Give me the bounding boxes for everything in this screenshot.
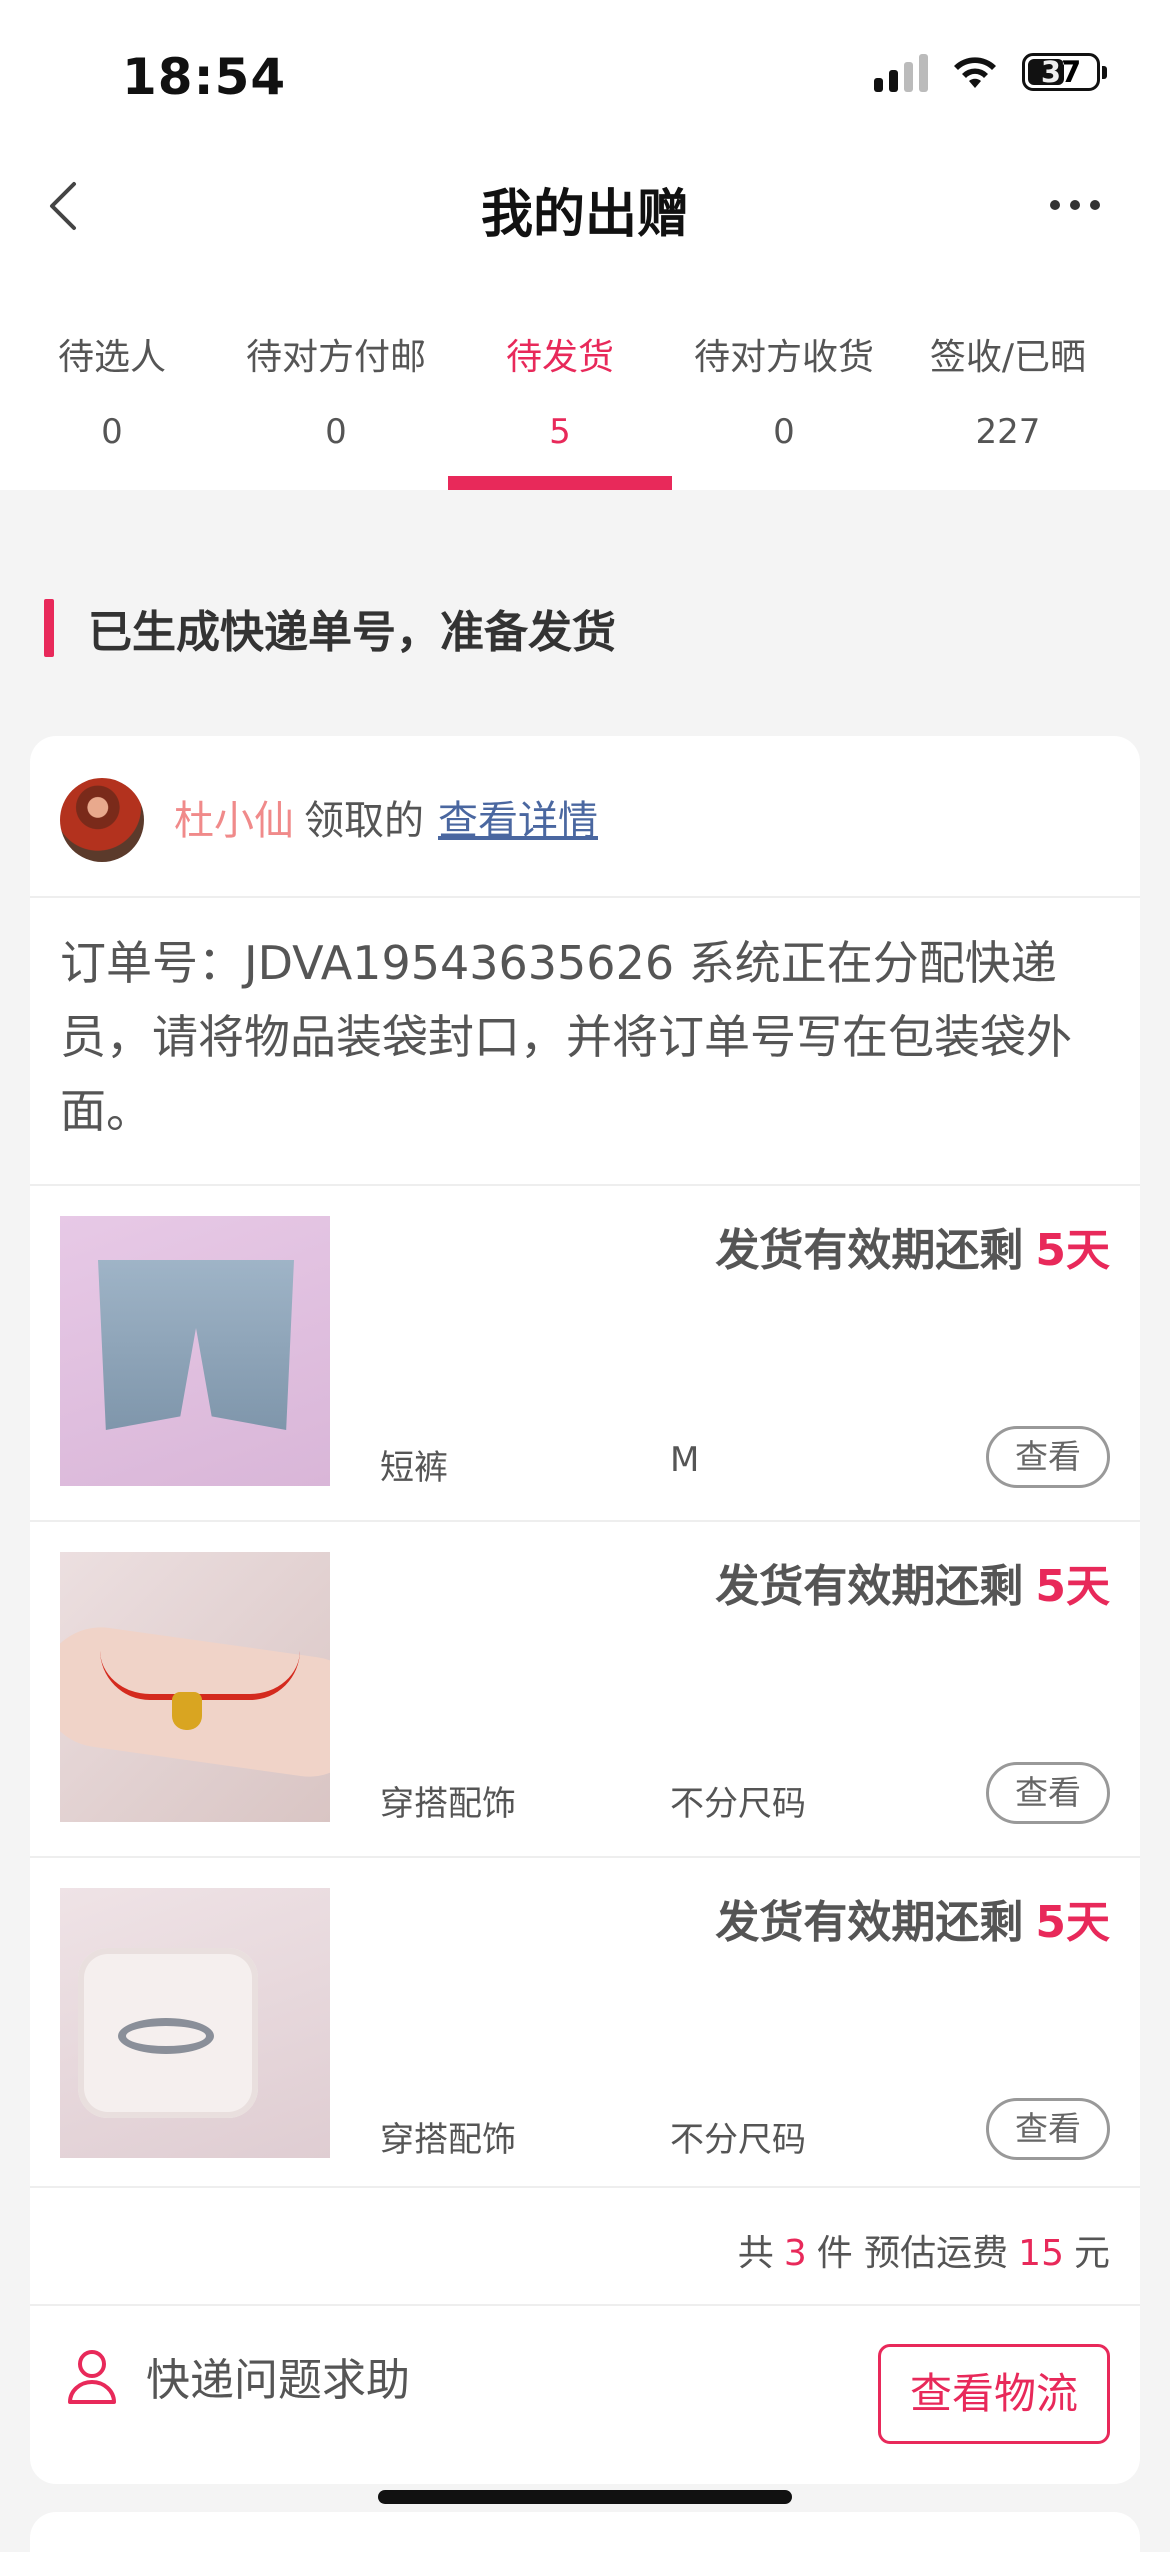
status-time: 18:54 [122,48,287,106]
view-details-link[interactable]: 查看详情 [438,798,598,844]
person-icon [68,2350,116,2404]
gift-order-card: 杜小仙 领取的 查看详情 订单号：JDVA19543635626 系统正在分配快递员… [30,736,1140,2484]
item-category: 短裤 [380,1448,448,1488]
deadline-label: 发货有效期还剩 [715,1561,1024,1612]
status-icons: 37 [874,52,1107,92]
more-options-icon[interactable] [1050,190,1110,220]
item-count: 3 [783,2233,807,2274]
tab-count: 0 [101,412,123,452]
view-item-button[interactable]: 查看 [986,2098,1110,2160]
list-item: 发货有效期还剩 5天 穿搭配饰 不分尺码 查看 [30,1856,1140,2192]
deadline-label: 发货有效期还剩 [715,1897,1024,1948]
view-item-button[interactable]: 查看 [986,1426,1110,1488]
claim-text: 领取的 [304,798,424,844]
tab-signed-shared[interactable]: 签收/已晒 227 [896,260,1120,490]
item-size: 不分尺码 [670,1784,806,1824]
tab-label: 待选人 [57,337,166,378]
item-size: 不分尺码 [670,2120,806,2160]
battery-level: 37 [1040,55,1082,89]
tab-pending-postage[interactable]: 待对方付邮 0 [224,260,448,490]
days-remaining: 5天 [1035,1561,1110,1612]
shipping-help[interactable]: 快递问题求助 [62,2344,410,2408]
list-item: 发货有效期还剩 5天 穿搭配饰 不分尺码 查看 [30,1520,1140,1856]
view-logistics-button[interactable]: 查看物流 [878,2344,1110,2444]
order-summary: 共3件 预估运费 15 元 [30,2186,1140,2306]
avatar[interactable] [60,778,144,862]
item-category: 穿搭配饰 [380,2120,516,2160]
tab-label: 待发货 [505,337,614,378]
ship-deadline: 发货有效期还剩 5天 [715,1214,1110,1278]
nav-bar: 我的出赠 [0,150,1170,260]
tab-pending-select[interactable]: 待选人 0 [0,260,224,490]
tab-label: 待对方收货 [693,337,874,378]
summary-text: 共3件 预估运费 15 元 [738,2224,1110,2276]
item-size: M [670,1440,700,1480]
tab-count: 0 [325,412,347,452]
help-label: 快递问题求助 [146,2355,410,2406]
tab-count: 0 [773,412,795,452]
home-indicator [378,2490,792,2504]
order-info: 订单号：JDVA19543635626 系统正在分配快递员，请将物品装袋封口，并… [60,936,1072,1138]
battery-icon: 37 [1022,53,1107,91]
section-title: 已生成快递单号，准备发货 [88,607,616,658]
currency: 元 [1073,2233,1110,2274]
summary-unit: 件 预估运费 [816,2233,1009,2274]
summary-prefix: 共 [737,2233,774,2274]
recipient-name[interactable]: 杜小仙 [174,798,294,844]
next-card-peek [30,2512,1140,2552]
page-title: 我的出赠 [480,185,689,245]
item-thumbnail-shorts[interactable] [60,1216,330,1486]
section-header: 已生成快递单号，准备发货 [44,596,616,660]
item-category: 穿搭配饰 [380,1784,516,1824]
section-accent-bar [44,599,54,657]
wifi-icon [954,57,996,88]
tab-pending-receipt[interactable]: 待对方收货 0 [672,260,896,490]
item-list: 发货有效期还剩 5天 短裤 M 查看 发货有效期还剩 5天 穿搭配饰 不分尺码 查看… [30,1184,1140,2192]
item-thumbnail-ring[interactable] [60,1888,330,2158]
tab-count: 227 [975,412,1041,452]
tab-count: 5 [549,412,571,452]
card-header: 杜小仙 领取的 查看详情 [30,736,1140,898]
days-remaining: 5天 [1035,1225,1110,1276]
claim-line: 杜小仙 领取的 查看详情 [174,788,598,846]
view-item-button[interactable]: 查看 [986,1762,1110,1824]
deadline-label: 发货有效期还剩 [715,1225,1024,1276]
tab-label: 签收/已晒 [929,337,1087,378]
tab-pending-shipment[interactable]: 待发货 5 [448,260,672,490]
ship-deadline: 发货有效期还剩 5天 [715,1550,1110,1614]
status-tabs: 待选人 0 待对方付邮 0 待发货 5 待对方收货 0 签收/已晒 227 [0,260,1170,490]
days-remaining: 5天 [1035,1897,1110,1948]
tab-label: 待对方付邮 [245,337,426,378]
item-thumbnail-bracelet[interactable] [60,1552,330,1822]
ship-deadline: 发货有效期还剩 5天 [715,1886,1110,1950]
status-bar: 18:54 37 [0,0,1170,150]
shipping-fee: 15 [1018,2233,1064,2274]
list-item: 发货有效期还剩 5天 短裤 M 查看 [30,1184,1140,1520]
cellular-signal-icon [874,52,928,92]
